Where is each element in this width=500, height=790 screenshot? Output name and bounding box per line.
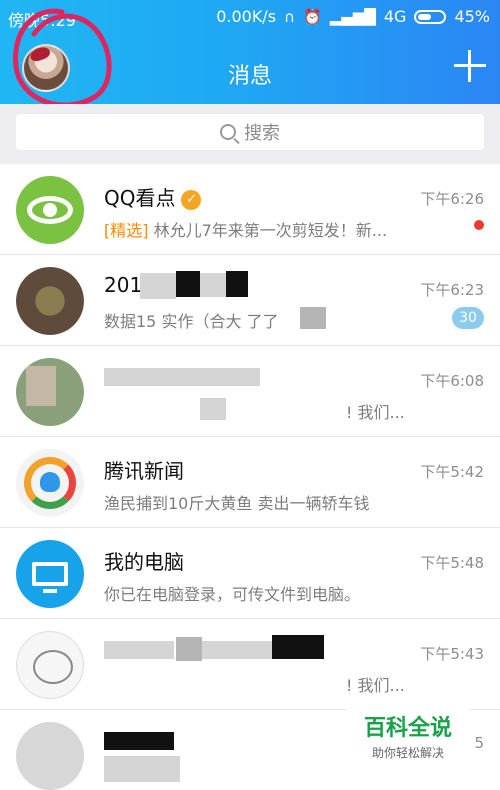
mosaic-block [300, 307, 326, 329]
mosaic-block [176, 271, 200, 297]
headphones-icon: ∩ [284, 7, 296, 26]
watermark: 百科全说 助你轻松解决 [346, 700, 470, 764]
chat-name: QQ看点 ✓ [104, 182, 202, 211]
news-icon [24, 457, 76, 509]
mosaic-block [272, 635, 324, 659]
chat-time: 下午5:43 [420, 645, 484, 663]
chat-row-2[interactable]: 2015 数据15 实作（合大 了了 下午6:23 30 [0, 255, 500, 346]
unread-badge: 30 [452, 307, 484, 329]
header-bar: 傍晚5:29 0.00K/s ∩ ⏰ ▂▄▆█ 4G 45% 消息 [0, 0, 500, 108]
watermark-subtitle: 助你轻松解决 [371, 746, 444, 760]
chat-row-qq-kandian[interactable]: QQ看点 ✓ [精选] 林允儿7年来第一次剪短发！新... 下午6:26 [0, 164, 500, 255]
tencent-news-avatar [16, 449, 84, 517]
chat-row-3[interactable]: ! 我们... 下午6:08 [0, 346, 500, 437]
search-icon [220, 124, 236, 140]
search-area: 搜索 [0, 104, 500, 164]
eye-icon [27, 196, 73, 224]
chat-message: ! 我们... [346, 676, 405, 695]
mosaic-block [104, 732, 174, 750]
mosaic-block [202, 641, 272, 659]
mosaic-block [200, 273, 226, 297]
network-speed: 0.00K/s [216, 7, 277, 26]
unread-dot [474, 220, 484, 230]
network-type: 4G [383, 7, 407, 26]
mosaic-block [104, 756, 180, 782]
chat-time: 5 [474, 734, 484, 752]
chat-time: 下午5:42 [420, 463, 484, 481]
chat-avatar [16, 358, 84, 426]
signal-icon: ▂▄▆█ [329, 7, 376, 26]
page-title: 消息 [227, 64, 272, 89]
mosaic-block [226, 271, 248, 297]
qq-kandian-avatar [16, 176, 84, 244]
my-computer-avatar [16, 540, 84, 608]
chat-row-6[interactable]: ! 我们... 下午5:43 [0, 619, 500, 710]
chat-row-my-computer[interactable]: 我的电脑 你已在电脑登录，可传文件到电脑。 下午5:48 [0, 528, 500, 619]
chat-list: QQ看点 ✓ [精选] 林允儿7年来第一次剪短发！新... 下午6:26 2015… [0, 164, 500, 790]
status-right: 0.00K/s ∩ ⏰ ▂▄▆█ 4G 45% [216, 7, 490, 26]
mosaic-block [140, 273, 176, 299]
search-placeholder: 搜索 [244, 123, 280, 144]
mosaic-block [176, 637, 202, 661]
chat-message: 渔民捕到10斤大黄鱼 卖出一辆轿车钱 [104, 494, 370, 513]
chat-time: 下午5:48 [420, 554, 484, 572]
chat-message: [精选] 林允儿7年来第一次剪短发！新... [104, 221, 388, 240]
chat-time: 下午6:26 [420, 190, 484, 208]
mosaic-block [200, 398, 226, 420]
battery-icon [414, 9, 447, 24]
mosaic-block [104, 641, 174, 659]
search-input[interactable]: 搜索 [16, 114, 484, 150]
watermark-title: 百科全说 [363, 716, 452, 741]
chat-avatar [16, 631, 84, 699]
chat-time: 下午6:08 [420, 372, 484, 390]
chat-avatar [16, 722, 84, 790]
chat-message: ! 我们... [346, 403, 405, 422]
chat-name: 腾讯新闻 [104, 459, 184, 483]
chat-avatar [16, 267, 84, 335]
chat-message: 你已在电脑登录，可传文件到电脑。 [104, 585, 361, 604]
monitor-icon [32, 562, 68, 586]
alarm-icon: ⏰ [303, 7, 322, 26]
chat-name: 我的电脑 [104, 550, 184, 574]
verified-icon: ✓ [181, 190, 202, 210]
chat-time: 下午6:23 [420, 281, 484, 299]
chat-message: 数据15 实作（合大 了了 [104, 312, 279, 331]
battery-level: 45% [454, 7, 490, 26]
add-button[interactable] [454, 50, 486, 82]
chat-row-tencent-news[interactable]: 腾讯新闻 渔民捕到10斤大黄鱼 卖出一辆轿车钱 下午5:42 [0, 437, 500, 528]
mosaic-block [104, 368, 260, 386]
